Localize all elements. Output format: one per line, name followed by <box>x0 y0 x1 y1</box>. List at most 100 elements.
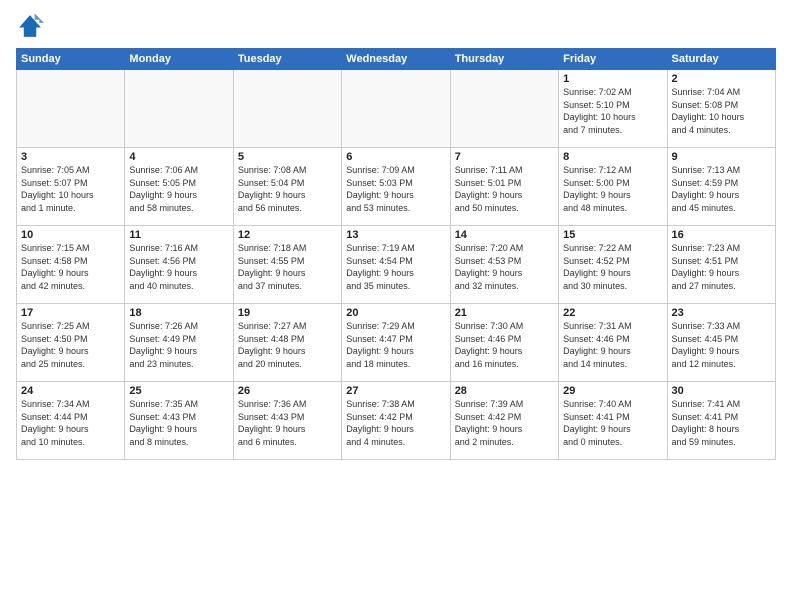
calendar-cell <box>342 70 450 148</box>
weekday-header-monday: Monday <box>125 49 233 70</box>
day-number: 18 <box>129 307 228 319</box>
day-number: 23 <box>672 307 771 319</box>
calendar-cell: 22Sunrise: 7:31 AM Sunset: 4:46 PM Dayli… <box>559 304 667 382</box>
day-number: 17 <box>21 307 120 319</box>
day-number: 27 <box>346 385 445 397</box>
day-info: Sunrise: 7:25 AM Sunset: 4:50 PM Dayligh… <box>21 320 120 370</box>
weekday-header-thursday: Thursday <box>450 49 558 70</box>
calendar-cell: 10Sunrise: 7:15 AM Sunset: 4:58 PM Dayli… <box>17 226 125 304</box>
calendar-cell: 15Sunrise: 7:22 AM Sunset: 4:52 PM Dayli… <box>559 226 667 304</box>
calendar-cell: 5Sunrise: 7:08 AM Sunset: 5:04 PM Daylig… <box>233 148 341 226</box>
day-info: Sunrise: 7:19 AM Sunset: 4:54 PM Dayligh… <box>346 242 445 292</box>
day-number: 20 <box>346 307 445 319</box>
calendar-cell: 12Sunrise: 7:18 AM Sunset: 4:55 PM Dayli… <box>233 226 341 304</box>
day-number: 30 <box>672 385 771 397</box>
day-info: Sunrise: 7:23 AM Sunset: 4:51 PM Dayligh… <box>672 242 771 292</box>
day-info: Sunrise: 7:09 AM Sunset: 5:03 PM Dayligh… <box>346 164 445 214</box>
day-number: 22 <box>563 307 662 319</box>
day-info: Sunrise: 7:40 AM Sunset: 4:41 PM Dayligh… <box>563 398 662 448</box>
week-row-3: 10Sunrise: 7:15 AM Sunset: 4:58 PM Dayli… <box>17 226 776 304</box>
calendar-cell: 13Sunrise: 7:19 AM Sunset: 4:54 PM Dayli… <box>342 226 450 304</box>
week-row-1: 1Sunrise: 7:02 AM Sunset: 5:10 PM Daylig… <box>17 70 776 148</box>
calendar-cell: 20Sunrise: 7:29 AM Sunset: 4:47 PM Dayli… <box>342 304 450 382</box>
weekday-header-sunday: Sunday <box>17 49 125 70</box>
day-info: Sunrise: 7:04 AM Sunset: 5:08 PM Dayligh… <box>672 86 771 136</box>
day-info: Sunrise: 7:31 AM Sunset: 4:46 PM Dayligh… <box>563 320 662 370</box>
calendar-cell <box>233 70 341 148</box>
calendar-cell <box>17 70 125 148</box>
day-info: Sunrise: 7:02 AM Sunset: 5:10 PM Dayligh… <box>563 86 662 136</box>
calendar-cell: 6Sunrise: 7:09 AM Sunset: 5:03 PM Daylig… <box>342 148 450 226</box>
calendar-cell: 14Sunrise: 7:20 AM Sunset: 4:53 PM Dayli… <box>450 226 558 304</box>
week-row-5: 24Sunrise: 7:34 AM Sunset: 4:44 PM Dayli… <box>17 382 776 460</box>
day-info: Sunrise: 7:39 AM Sunset: 4:42 PM Dayligh… <box>455 398 554 448</box>
calendar-cell: 27Sunrise: 7:38 AM Sunset: 4:42 PM Dayli… <box>342 382 450 460</box>
calendar-cell: 2Sunrise: 7:04 AM Sunset: 5:08 PM Daylig… <box>667 70 775 148</box>
day-number: 29 <box>563 385 662 397</box>
day-info: Sunrise: 7:35 AM Sunset: 4:43 PM Dayligh… <box>129 398 228 448</box>
calendar-cell <box>450 70 558 148</box>
day-info: Sunrise: 7:38 AM Sunset: 4:42 PM Dayligh… <box>346 398 445 448</box>
calendar-cell: 9Sunrise: 7:13 AM Sunset: 4:59 PM Daylig… <box>667 148 775 226</box>
day-number: 21 <box>455 307 554 319</box>
day-info: Sunrise: 7:34 AM Sunset: 4:44 PM Dayligh… <box>21 398 120 448</box>
day-info: Sunrise: 7:12 AM Sunset: 5:00 PM Dayligh… <box>563 164 662 214</box>
day-number: 24 <box>21 385 120 397</box>
day-number: 11 <box>129 229 228 241</box>
day-number: 10 <box>21 229 120 241</box>
day-number: 14 <box>455 229 554 241</box>
day-info: Sunrise: 7:33 AM Sunset: 4:45 PM Dayligh… <box>672 320 771 370</box>
day-info: Sunrise: 7:20 AM Sunset: 4:53 PM Dayligh… <box>455 242 554 292</box>
day-info: Sunrise: 7:27 AM Sunset: 4:48 PM Dayligh… <box>238 320 337 370</box>
day-number: 4 <box>129 151 228 163</box>
day-number: 12 <box>238 229 337 241</box>
day-number: 6 <box>346 151 445 163</box>
day-info: Sunrise: 7:05 AM Sunset: 5:07 PM Dayligh… <box>21 164 120 214</box>
day-info: Sunrise: 7:06 AM Sunset: 5:05 PM Dayligh… <box>129 164 228 214</box>
calendar-cell: 24Sunrise: 7:34 AM Sunset: 4:44 PM Dayli… <box>17 382 125 460</box>
calendar-table: SundayMondayTuesdayWednesdayThursdayFrid… <box>16 48 776 460</box>
day-number: 19 <box>238 307 337 319</box>
calendar-cell: 16Sunrise: 7:23 AM Sunset: 4:51 PM Dayli… <box>667 226 775 304</box>
day-number: 28 <box>455 385 554 397</box>
day-number: 8 <box>563 151 662 163</box>
calendar-cell: 25Sunrise: 7:35 AM Sunset: 4:43 PM Dayli… <box>125 382 233 460</box>
day-number: 25 <box>129 385 228 397</box>
day-info: Sunrise: 7:41 AM Sunset: 4:41 PM Dayligh… <box>672 398 771 448</box>
day-info: Sunrise: 7:15 AM Sunset: 4:58 PM Dayligh… <box>21 242 120 292</box>
day-info: Sunrise: 7:22 AM Sunset: 4:52 PM Dayligh… <box>563 242 662 292</box>
calendar-cell: 19Sunrise: 7:27 AM Sunset: 4:48 PM Dayli… <box>233 304 341 382</box>
day-number: 2 <box>672 73 771 85</box>
weekday-header-friday: Friday <box>559 49 667 70</box>
calendar-cell: 3Sunrise: 7:05 AM Sunset: 5:07 PM Daylig… <box>17 148 125 226</box>
day-info: Sunrise: 7:30 AM Sunset: 4:46 PM Dayligh… <box>455 320 554 370</box>
calendar-cell: 23Sunrise: 7:33 AM Sunset: 4:45 PM Dayli… <box>667 304 775 382</box>
day-number: 13 <box>346 229 445 241</box>
header <box>16 12 776 40</box>
calendar-cell: 11Sunrise: 7:16 AM Sunset: 4:56 PM Dayli… <box>125 226 233 304</box>
calendar-cell <box>125 70 233 148</box>
day-info: Sunrise: 7:16 AM Sunset: 4:56 PM Dayligh… <box>129 242 228 292</box>
calendar-cell: 1Sunrise: 7:02 AM Sunset: 5:10 PM Daylig… <box>559 70 667 148</box>
week-row-4: 17Sunrise: 7:25 AM Sunset: 4:50 PM Dayli… <box>17 304 776 382</box>
calendar-cell: 17Sunrise: 7:25 AM Sunset: 4:50 PM Dayli… <box>17 304 125 382</box>
day-number: 5 <box>238 151 337 163</box>
day-info: Sunrise: 7:13 AM Sunset: 4:59 PM Dayligh… <box>672 164 771 214</box>
day-number: 16 <box>672 229 771 241</box>
day-info: Sunrise: 7:18 AM Sunset: 4:55 PM Dayligh… <box>238 242 337 292</box>
calendar-cell: 28Sunrise: 7:39 AM Sunset: 4:42 PM Dayli… <box>450 382 558 460</box>
calendar-cell: 18Sunrise: 7:26 AM Sunset: 4:49 PM Dayli… <box>125 304 233 382</box>
day-info: Sunrise: 7:36 AM Sunset: 4:43 PM Dayligh… <box>238 398 337 448</box>
day-number: 9 <box>672 151 771 163</box>
weekday-header-row: SundayMondayTuesdayWednesdayThursdayFrid… <box>17 49 776 70</box>
calendar-cell: 30Sunrise: 7:41 AM Sunset: 4:41 PM Dayli… <box>667 382 775 460</box>
day-number: 1 <box>563 73 662 85</box>
day-info: Sunrise: 7:26 AM Sunset: 4:49 PM Dayligh… <box>129 320 228 370</box>
weekday-header-saturday: Saturday <box>667 49 775 70</box>
calendar-cell: 29Sunrise: 7:40 AM Sunset: 4:41 PM Dayli… <box>559 382 667 460</box>
day-number: 26 <box>238 385 337 397</box>
day-info: Sunrise: 7:11 AM Sunset: 5:01 PM Dayligh… <box>455 164 554 214</box>
day-info: Sunrise: 7:08 AM Sunset: 5:04 PM Dayligh… <box>238 164 337 214</box>
day-info: Sunrise: 7:29 AM Sunset: 4:47 PM Dayligh… <box>346 320 445 370</box>
weekday-header-tuesday: Tuesday <box>233 49 341 70</box>
